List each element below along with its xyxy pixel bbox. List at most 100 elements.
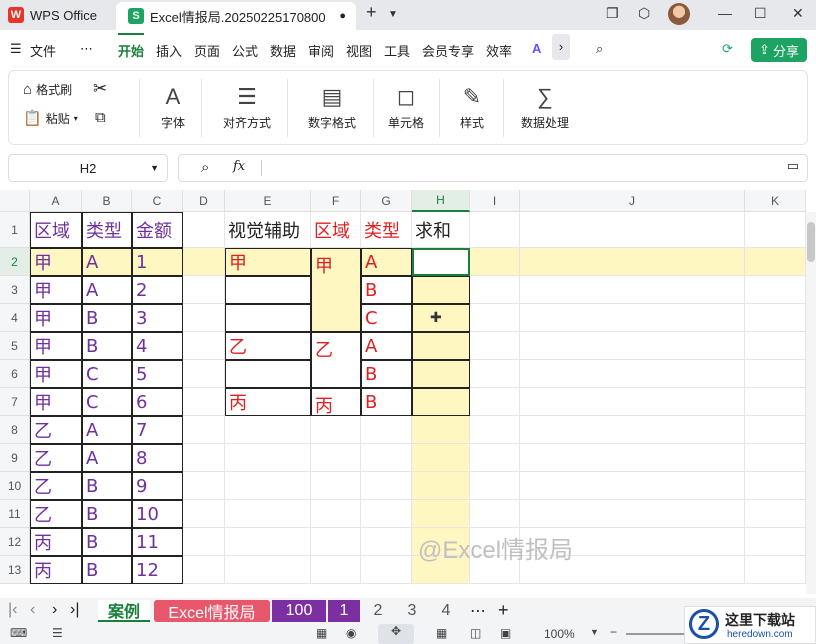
column-header-g[interactable]: G	[361, 190, 412, 212]
cell[interactable]	[183, 304, 225, 332]
cell-c12[interactable]: 11	[132, 528, 183, 556]
cell[interactable]	[470, 212, 520, 248]
cell[interactable]	[470, 360, 520, 388]
menu-tools[interactable]: 工具	[384, 41, 410, 60]
cell-a7[interactable]: 甲	[30, 388, 82, 416]
cells-group[interactable]: ◻ 单元格	[379, 71, 433, 146]
cell[interactable]	[412, 472, 470, 500]
cell[interactable]	[183, 388, 225, 416]
sheet-list-icon[interactable]: ☰	[52, 626, 63, 640]
cut-icon[interactable]: ✂	[93, 79, 107, 99]
cell-b11[interactable]: B	[82, 500, 132, 528]
sum-cell-h3[interactable]	[412, 276, 470, 304]
cell-e2[interactable]: 甲	[225, 248, 311, 276]
cell[interactable]	[745, 332, 806, 360]
sum-cell-h4[interactable]: ✚	[412, 304, 470, 332]
macro-icon[interactable]: ⌨	[10, 626, 27, 640]
sheet-tab-3[interactable]: 100	[272, 600, 326, 622]
column-header-h[interactable]: H	[412, 190, 470, 212]
cell-a4[interactable]: 甲	[30, 304, 82, 332]
cell[interactable]	[311, 556, 361, 584]
cell-b5[interactable]: B	[82, 332, 132, 360]
cell-b1[interactable]: 类型	[82, 212, 132, 248]
cell[interactable]	[225, 360, 311, 388]
unsaved-dot-icon[interactable]: ●	[339, 10, 346, 22]
column-header-d[interactable]: D	[183, 190, 225, 212]
cell[interactable]	[183, 528, 225, 556]
cell-c10[interactable]: 9	[132, 472, 183, 500]
cell[interactable]	[745, 556, 806, 584]
cell-e5[interactable]: 乙	[225, 332, 311, 360]
row-header-5[interactable]: 5	[0, 332, 30, 360]
spreadsheet-grid[interactable]: A B C D E F G H I J K 1 区域 类型 金额 视觉辅助 区域 类型 求和 2 甲 A 1 甲 A 3 甲 A 2 B 4…	[0, 190, 816, 590]
ai-icon[interactable]: A	[532, 41, 541, 56]
select-all-corner[interactable]	[0, 190, 30, 212]
row-header-2[interactable]: 2	[0, 248, 30, 276]
cell[interactable]	[745, 248, 806, 276]
row-header-8[interactable]: 8	[0, 416, 30, 444]
cell-b6[interactable]: C	[82, 360, 132, 388]
sheet-tab-4[interactable]: 1	[328, 600, 360, 622]
font-group[interactable]: A 字体	[147, 71, 199, 146]
column-header-b[interactable]: B	[82, 190, 132, 212]
cell-a5[interactable]: 甲	[30, 332, 82, 360]
cell[interactable]	[745, 444, 806, 472]
zoom-level[interactable]: 100%	[544, 627, 575, 641]
cell-c7[interactable]: 6	[132, 388, 183, 416]
more-sheets-icon[interactable]: ⋯	[470, 601, 486, 621]
cell-b12[interactable]: B	[82, 528, 132, 556]
zoom-out-icon[interactable]: −	[610, 625, 617, 639]
cell-a8[interactable]: 乙	[30, 416, 82, 444]
cell[interactable]	[183, 276, 225, 304]
cell[interactable]	[520, 248, 745, 276]
expand-formula-icon[interactable]: ▭	[787, 158, 799, 174]
cell-g4[interactable]: C	[361, 304, 412, 332]
zoom-search-icon[interactable]: ⌕	[201, 159, 209, 176]
cell[interactable]	[470, 276, 520, 304]
zoom-slider[interactable]	[626, 633, 686, 635]
sheet-tab-1[interactable]: 案例	[98, 600, 150, 622]
column-header-f[interactable]: F	[311, 190, 361, 212]
vertical-scrollbar[interactable]	[806, 212, 816, 594]
cell-c6[interactable]: 5	[132, 360, 183, 388]
cell[interactable]	[745, 388, 806, 416]
name-box-chevron-icon[interactable]: ▼	[150, 163, 159, 173]
scrollbar-thumb[interactable]	[807, 222, 815, 262]
cell-b3[interactable]: A	[82, 276, 132, 304]
cell-b2[interactable]: A	[82, 248, 132, 276]
cell[interactable]	[361, 500, 412, 528]
cell[interactable]	[311, 416, 361, 444]
cell[interactable]	[745, 276, 806, 304]
cell[interactable]	[412, 416, 470, 444]
cell[interactable]	[183, 212, 225, 248]
column-header-j[interactable]: J	[520, 190, 745, 212]
minimize-icon[interactable]: —	[718, 5, 732, 21]
cell[interactable]	[520, 212, 745, 248]
cell[interactable]	[183, 444, 225, 472]
last-sheet-icon[interactable]: ›|	[70, 601, 79, 619]
first-sheet-icon[interactable]: |‹	[8, 601, 17, 619]
menu-home[interactable]: 开始	[118, 41, 144, 60]
cell-c4[interactable]: 3	[132, 304, 183, 332]
cell-b4[interactable]: B	[82, 304, 132, 332]
eye-icon[interactable]: ◉	[346, 626, 356, 640]
cell[interactable]	[361, 472, 412, 500]
cell[interactable]	[183, 472, 225, 500]
cell-c9[interactable]: 8	[132, 444, 183, 472]
cell-g2[interactable]: A	[361, 248, 412, 276]
cell-a9[interactable]: 乙	[30, 444, 82, 472]
normal-view-icon[interactable]: ▦	[436, 626, 447, 640]
cell[interactable]	[183, 556, 225, 584]
fx-icon[interactable]: fx	[233, 159, 245, 174]
cell[interactable]	[745, 500, 806, 528]
cell-f5-merged[interactable]: 乙	[311, 332, 361, 388]
cell-c1[interactable]: 金额	[132, 212, 183, 248]
sheet-tab-2[interactable]: Excel情报局	[154, 600, 270, 622]
cell-g6[interactable]: B	[361, 360, 412, 388]
page-layout-icon[interactable]: ◫	[470, 626, 481, 640]
cell[interactable]	[225, 444, 311, 472]
cell-a13[interactable]: 丙	[30, 556, 82, 584]
sheet-tab-7[interactable]: 4	[430, 600, 462, 622]
freeze-icon[interactable]: ✥	[378, 624, 414, 644]
cube-icon[interactable]: ⬡	[638, 5, 650, 22]
